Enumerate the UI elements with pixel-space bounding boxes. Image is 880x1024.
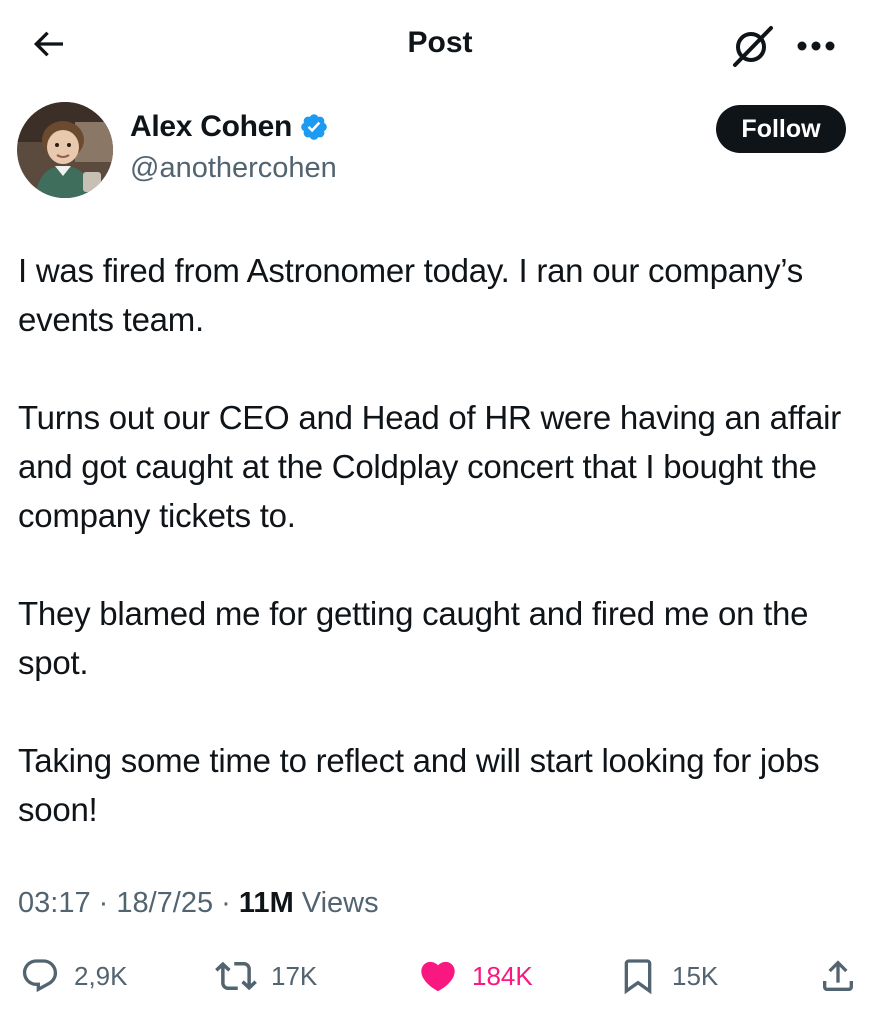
arrow-left-icon bbox=[33, 31, 63, 57]
reply-button[interactable]: 2,9K bbox=[20, 946, 128, 1006]
post-paragraph: I was fired from Astronomer today. I ran… bbox=[18, 252, 803, 338]
post-date[interactable]: 18/7/25 bbox=[116, 887, 213, 919]
more-button[interactable] bbox=[792, 22, 840, 70]
author-handle[interactable]: @anothercohen bbox=[130, 152, 337, 185]
views-label: Views bbox=[293, 887, 379, 919]
post-text: I was fired from Astronomer today. I ran… bbox=[18, 246, 862, 834]
bookmark-count: 15K bbox=[672, 960, 719, 991]
post-paragraph: Taking some time to reflect and will sta… bbox=[18, 742, 820, 828]
separator: · bbox=[213, 887, 239, 919]
bookmark-button[interactable]: 15K bbox=[618, 946, 718, 1006]
more-horizontal-icon bbox=[797, 41, 835, 51]
reply-icon bbox=[22, 959, 58, 993]
back-button[interactable] bbox=[26, 22, 70, 66]
grok-button[interactable] bbox=[728, 22, 776, 70]
bookmark-icon bbox=[624, 959, 652, 995]
post-time[interactable]: 03:17 bbox=[18, 887, 91, 919]
share-button[interactable] bbox=[818, 946, 858, 1006]
heart-icon bbox=[421, 961, 455, 992]
post-metadata: 03:17 · 18/7/25 · 11M Views bbox=[18, 887, 379, 920]
follow-button[interactable]: Follow bbox=[716, 105, 846, 153]
top-bar: Post bbox=[0, 0, 880, 90]
repost-count: 17K bbox=[271, 960, 318, 991]
verified-badge-icon bbox=[301, 114, 327, 140]
avatar[interactable] bbox=[17, 102, 113, 198]
separator: · bbox=[90, 887, 117, 919]
reply-count: 2,9K bbox=[74, 960, 128, 991]
share-icon bbox=[823, 960, 853, 991]
repost-icon bbox=[215, 961, 257, 991]
grok-icon bbox=[733, 26, 773, 67]
like-count: 184K bbox=[472, 960, 533, 991]
post-paragraph: Turns out our CEO and Head of HR were ha… bbox=[18, 399, 841, 534]
author-name[interactable]: Alex Cohen bbox=[130, 110, 292, 144]
repost-button[interactable]: 17K bbox=[215, 946, 317, 1006]
views-count[interactable]: 11M bbox=[239, 887, 294, 919]
author-name-row[interactable]: Alex Cohen bbox=[130, 110, 329, 144]
post-paragraph: They blamed me for getting caught and fi… bbox=[18, 595, 809, 681]
action-bar: 2,9K 17K 184K 15K bbox=[0, 946, 880, 1006]
like-button[interactable]: 184K bbox=[418, 946, 533, 1006]
